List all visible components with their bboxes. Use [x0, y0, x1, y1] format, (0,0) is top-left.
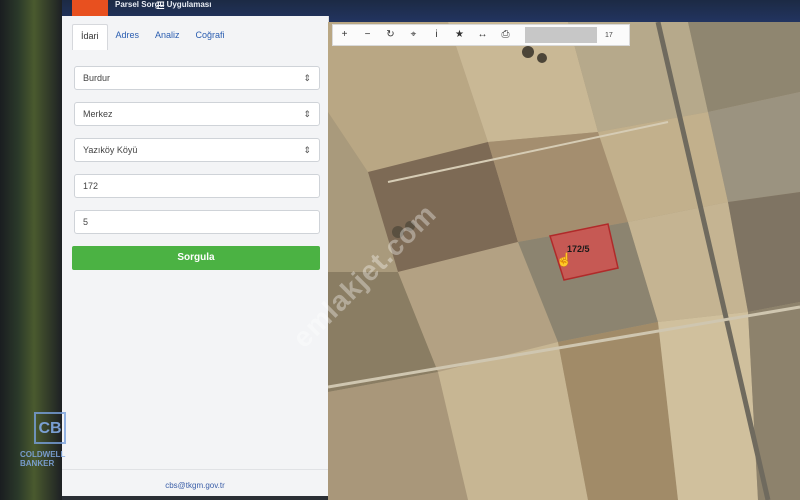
province-value: Burdur	[83, 73, 111, 83]
menu-button[interactable]: ☰	[72, 0, 165, 16]
refresh-icon[interactable]: ↻	[379, 25, 402, 45]
star-icon[interactable]: ★	[448, 25, 471, 45]
block-value: 172	[83, 181, 99, 191]
district-select[interactable]: Merkez ⇕	[74, 102, 320, 126]
province-select[interactable]: Burdur ⇕	[74, 66, 320, 90]
neighborhood-select[interactable]: Yazıköy Köyü ⇕	[74, 138, 320, 162]
contact-email[interactable]: cbs@tkgm.gov.tr	[62, 481, 328, 490]
measure-icon[interactable]: ↔	[471, 25, 494, 45]
tab-analiz[interactable]: Analiz	[147, 24, 188, 50]
zoom-level: 17	[605, 31, 613, 39]
chevron-updown-icon: ⇕	[303, 73, 311, 83]
map-toolbar: + − ↻ ⌖ i ★ ↔ ⎙ 17	[332, 24, 630, 46]
info-icon[interactable]: i	[425, 25, 448, 45]
block-input[interactable]: 172	[74, 174, 320, 198]
tab-cografi[interactable]: Coğrafi	[188, 24, 233, 50]
panel-tabs: İdari Adres Analiz Coğrafi	[72, 24, 233, 50]
brand-logo-icon: CB	[34, 412, 66, 444]
hand-cursor-icon: ☝	[556, 252, 573, 267]
district-value: Merkez	[83, 109, 113, 119]
footer-divider	[62, 469, 328, 470]
parcel-input[interactable]: 5	[74, 210, 320, 234]
tab-adres[interactable]: Adres	[108, 24, 148, 50]
zoom-out-icon[interactable]: −	[356, 25, 379, 45]
brand-name: COLDWELL BANKER	[20, 450, 66, 468]
parcel-value: 5	[83, 217, 89, 227]
print-icon[interactable]: ⎙	[494, 25, 517, 45]
neighborhood-value: Yazıköy Köyü	[83, 145, 138, 155]
app-title: Parsel Sorgu Uygulaması	[115, 0, 212, 9]
coordinate-box	[525, 27, 597, 43]
chevron-updown-icon: ⇕	[303, 145, 311, 155]
locate-icon[interactable]: ⌖	[402, 25, 425, 45]
chevron-updown-icon: ⇕	[303, 109, 311, 119]
query-button[interactable]: Sorgula	[72, 246, 320, 270]
tab-idari[interactable]: İdari	[72, 24, 108, 50]
zoom-in-icon[interactable]: +	[333, 25, 356, 45]
query-panel: İdari Adres Analiz Coğrafi Burdur ⇕ Merk…	[62, 16, 329, 496]
